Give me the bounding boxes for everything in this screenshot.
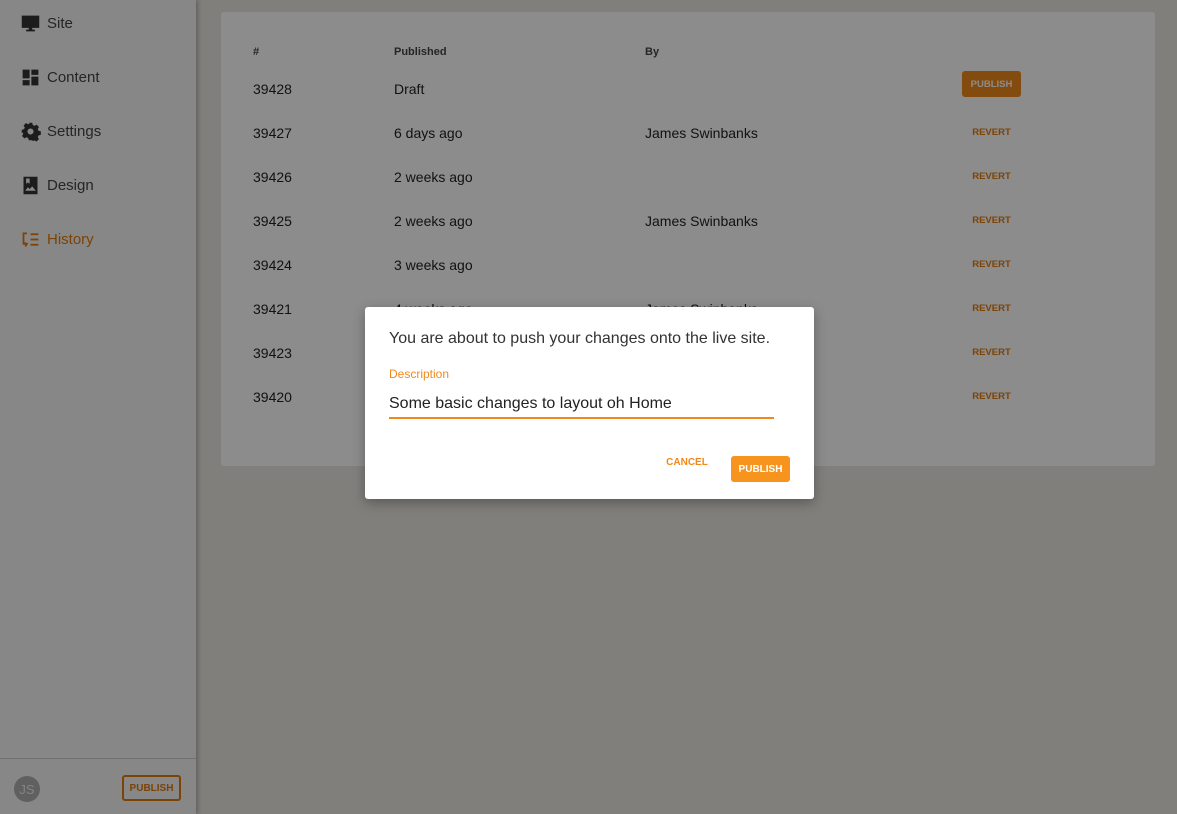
dialog-message: You are about to push your changes onto … bbox=[389, 330, 771, 347]
description-input[interactable] bbox=[389, 391, 774, 419]
publish-dialog: You are about to push your changes onto … bbox=[365, 307, 814, 499]
description-label: Description bbox=[389, 367, 450, 381]
publish-button[interactable]: PUBLISH bbox=[731, 456, 790, 482]
cancel-button[interactable]: CANCEL bbox=[659, 457, 715, 468]
